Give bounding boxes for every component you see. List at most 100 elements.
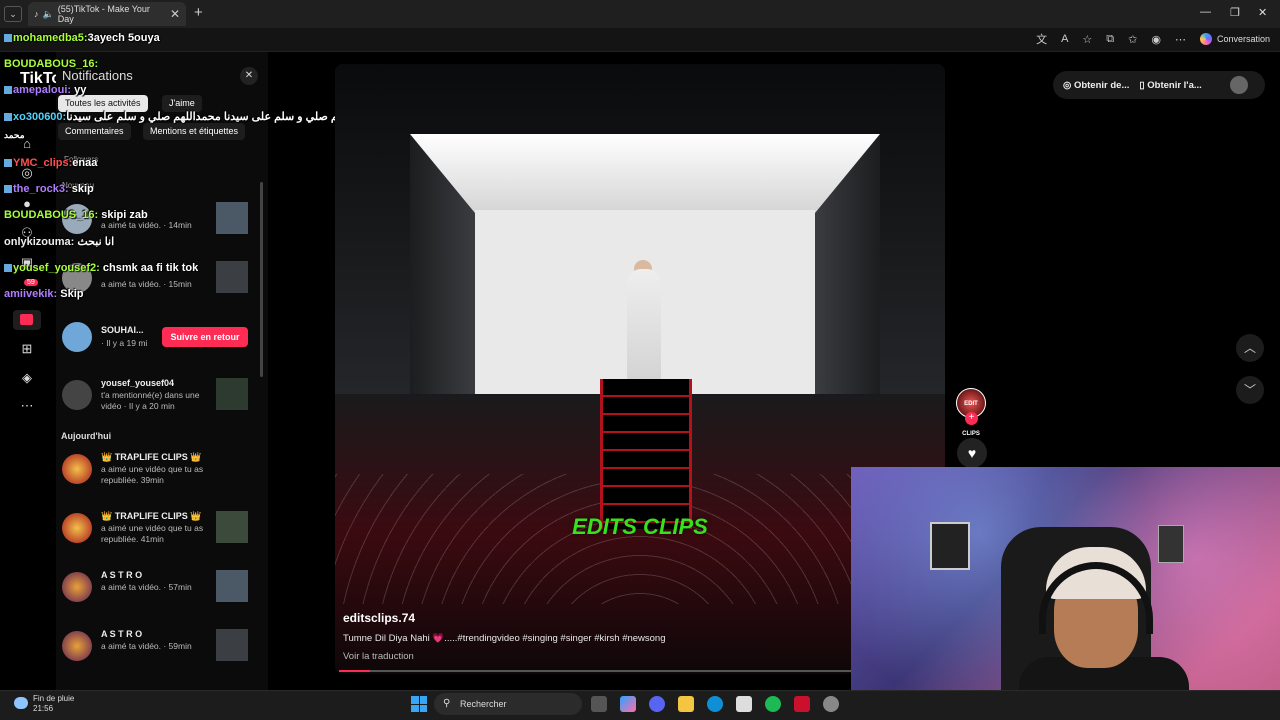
follow-plus-icon[interactable]: + xyxy=(965,412,978,425)
avatar xyxy=(62,572,92,602)
video-thumbnail[interactable] xyxy=(216,570,248,602)
chat-user: mohamedba5: xyxy=(13,32,88,44)
notification-user: 👑 TRAPLIFE CLIPS 👑 xyxy=(101,511,202,521)
notification-item[interactable]: A S T R O a aimé ta vidéo. · 59min xyxy=(60,627,252,667)
profile-avatar-icon[interactable]: ◈ xyxy=(19,370,35,386)
notification-item[interactable]: yousef_yousef04 t'a mentionné(e) dans un… xyxy=(60,376,252,416)
avatar xyxy=(62,513,92,543)
video-caption: Tumne Dil Diya Nahi 💗.....#trendingvideo… xyxy=(343,633,666,644)
notification-text: a aimé ta vidéo. · 59min xyxy=(101,641,192,651)
start-windows-icon[interactable] xyxy=(411,696,427,712)
see-translation-link[interactable]: Voir la traduction xyxy=(343,651,414,662)
weather-widget[interactable]: Fin de pluie 21:56 xyxy=(33,694,74,714)
copilot-button[interactable]: Conversation xyxy=(1199,33,1270,45)
video-thumbnail[interactable] xyxy=(216,261,248,293)
notification-item[interactable]: 👑 TRAPLIFE CLIPS 👑 a aimé une vidéo que … xyxy=(60,509,252,549)
file-explorer-icon[interactable] xyxy=(678,696,694,712)
new-tab-button[interactable]: + xyxy=(194,4,203,21)
chat-message: BOUDABOUS_16: skipi zab xyxy=(4,209,148,221)
copilot-icon xyxy=(1199,33,1212,45)
video-author[interactable]: editsclips.74 xyxy=(343,611,415,625)
tab-actions-menu[interactable]: ⌄ xyxy=(4,6,22,22)
notification-user: A S T R O xyxy=(101,629,143,639)
favorite-star-icon[interactable]: ☆ xyxy=(1082,33,1092,46)
spotify-icon[interactable] xyxy=(765,696,781,712)
app-red-icon[interactable] xyxy=(794,696,810,712)
chat-text: اللهم صلي و سلم على سيدنا محمداللهم صلي … xyxy=(66,111,354,123)
chat-text: Skip xyxy=(60,288,84,300)
chat-user: xo300600: xyxy=(13,111,67,123)
get-app-button[interactable]: ▯ Obtenir l'a... xyxy=(1139,80,1201,91)
close-tab-icon[interactable]: ✕ xyxy=(170,7,180,21)
notification-item[interactable]: A S T R O a aimé ta vidéo. · 57min xyxy=(60,568,252,608)
browser-toolbar: ⽂ A ☆ ⧉ ✩ ◉ ⋯ Conversation xyxy=(1036,31,1280,47)
notification-user: A S T R O xyxy=(101,570,143,580)
get-coins-label: Obtenir de... xyxy=(1073,79,1130,91)
notification-item[interactable]: 👑 TRAPLIFE CLIPS 👑 a aimé une vidéo que … xyxy=(60,450,252,490)
chat-user: YMC_clips: xyxy=(13,157,73,169)
close-window-button[interactable]: ✕ xyxy=(1258,6,1267,19)
taskbar-search-label: Rechercher xyxy=(460,699,507,709)
browser-tab[interactable]: ♪ 🔈 (55)TikTok - Make Your Day ✕ xyxy=(28,2,186,26)
notification-user: SOUHAI... xyxy=(101,325,144,335)
tiktok-favicon-icon: ♪ xyxy=(34,9,39,19)
chat-message: amiivekik: Skip xyxy=(4,288,84,300)
minimize-button[interactable]: — xyxy=(1200,6,1211,18)
notification-text: a aimé une vidéo que tu as republiée. 41… xyxy=(101,523,204,544)
notification-count-badge: 59 xyxy=(24,279,38,286)
webcam-overlay xyxy=(851,467,1280,690)
video-thumbnail[interactable] xyxy=(216,511,248,543)
weather-icon[interactable] xyxy=(14,697,28,709)
chat-message: onlykizouma: انا نبحث xyxy=(4,235,114,248)
chat-message: yousef_yousef2: chsmk aa fi tik tok xyxy=(4,262,198,274)
notifications-scrollbar[interactable] xyxy=(260,182,263,377)
filter-mentions[interactable]: Mentions et étiquettes xyxy=(143,123,246,140)
chat-user: amepaloui: xyxy=(13,84,72,96)
favorites-icon[interactable]: ✩ xyxy=(1128,33,1137,46)
discord-icon[interactable] xyxy=(649,696,665,712)
avatar xyxy=(62,322,92,352)
follow-back-button[interactable]: Suivre en retour xyxy=(162,327,248,347)
read-aloud-icon[interactable]: A xyxy=(1061,33,1068,45)
scene-ladder xyxy=(600,379,692,529)
profile-icon[interactable]: ◉ xyxy=(1151,33,1161,46)
next-video-chevron-down-icon[interactable]: ﹀ xyxy=(1236,376,1264,404)
translate-icon[interactable]: ⽂ xyxy=(1036,31,1047,47)
avatar xyxy=(62,454,92,484)
video-thumbnail[interactable] xyxy=(216,629,248,661)
upload-icon[interactable]: ⊞ xyxy=(19,341,35,357)
inbox-nav-button[interactable] xyxy=(13,310,41,330)
browser-tab-bar xyxy=(0,0,1280,28)
avatar xyxy=(62,631,92,661)
edge-icon[interactable] xyxy=(707,696,723,712)
video-progress-bar[interactable] xyxy=(339,670,859,672)
maximize-button[interactable]: ❐ xyxy=(1230,6,1240,19)
user-avatar[interactable] xyxy=(1230,76,1248,94)
notification-text: a aimé ta vidéo. · 15min xyxy=(101,279,192,289)
chat-text: yy xyxy=(74,84,87,96)
section-today: Aujourd'hui xyxy=(61,431,112,441)
like-heart-icon[interactable]: ♥ xyxy=(957,438,987,468)
close-notifications-button[interactable]: ✕ xyxy=(240,67,258,85)
more-icon[interactable]: ⋯ xyxy=(19,398,35,414)
store-icon[interactable] xyxy=(736,696,752,712)
video-thumbnail[interactable] xyxy=(216,202,248,234)
notification-text: a aimé une vidéo que tu as republiée. 39… xyxy=(101,464,204,485)
chat-text: skip xyxy=(71,183,94,195)
filter-comments[interactable]: Commentaires xyxy=(58,123,131,140)
previous-video-chevron-up-icon[interactable]: ︿ xyxy=(1236,334,1264,362)
chat-message: amepaloui: yy xyxy=(4,84,86,96)
extensions-icon[interactable]: ⧉ xyxy=(1106,33,1114,46)
weather-time: 21:56 xyxy=(33,704,54,713)
more-menu-icon[interactable]: ⋯ xyxy=(1175,33,1186,46)
notification-text: a aimé ta vidéo. · 14min xyxy=(101,220,192,230)
obs-icon[interactable] xyxy=(823,696,839,712)
chat-message: mohamedba5:3ayech 5ouya xyxy=(4,32,160,44)
copilot-app-icon[interactable] xyxy=(620,696,636,712)
taskbar-search[interactable]: ⚲ Rechercher xyxy=(434,693,582,715)
video-thumbnail[interactable] xyxy=(216,378,248,410)
tab-audio-icon[interactable]: 🔈 xyxy=(43,9,54,20)
task-view-icon[interactable] xyxy=(591,696,607,712)
get-coins-button[interactable]: ◎ Obtenir de... xyxy=(1063,80,1129,91)
copilot-label: Conversation xyxy=(1216,34,1270,44)
